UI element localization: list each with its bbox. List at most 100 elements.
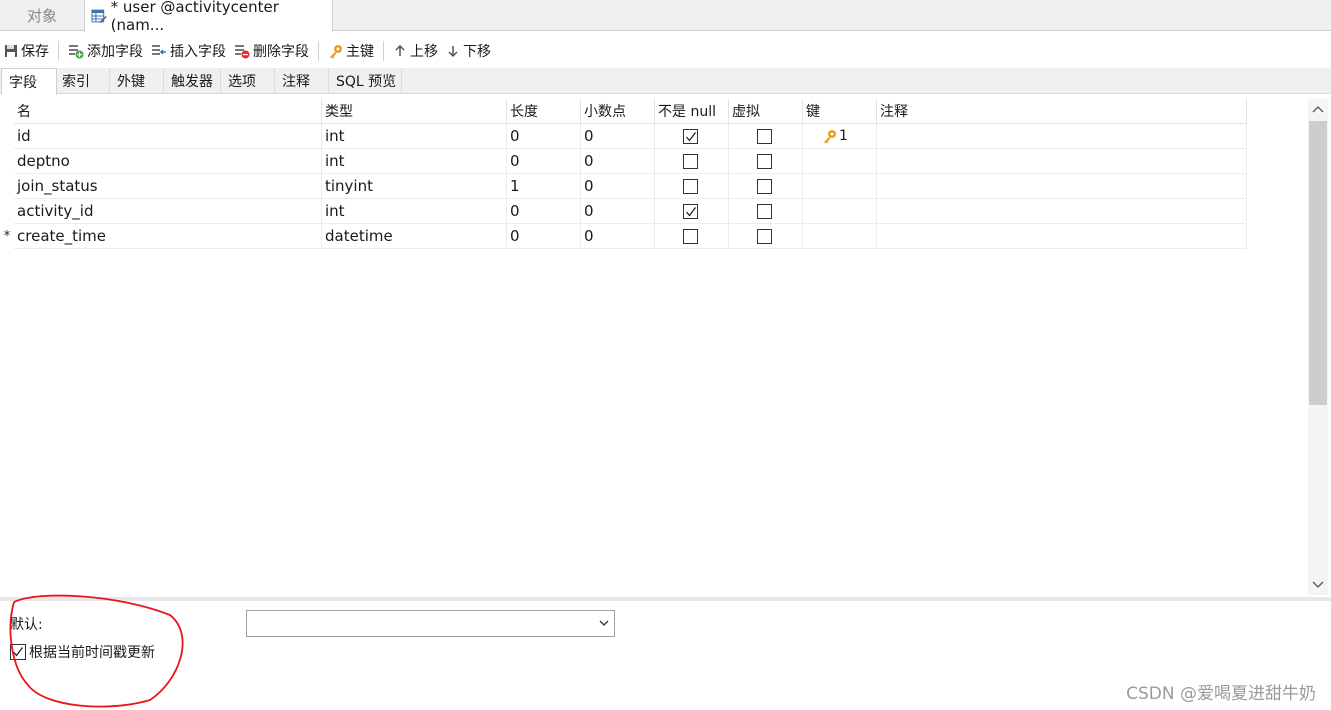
table-row[interactable]: id int 0 0 1 bbox=[0, 124, 1247, 149]
cell-key[interactable] bbox=[803, 174, 877, 199]
cell-key[interactable]: 1 bbox=[803, 124, 877, 149]
table-row[interactable]: * create_time datetime 0 0 bbox=[0, 224, 1247, 249]
primary-key-button[interactable]: 主键 bbox=[324, 37, 378, 65]
checkbox[interactable] bbox=[683, 229, 698, 244]
cell-length[interactable]: 0 bbox=[507, 199, 581, 224]
cell-not-null[interactable] bbox=[655, 149, 729, 174]
cell-virtual[interactable] bbox=[729, 174, 803, 199]
checkbox[interactable] bbox=[683, 179, 698, 194]
scrollbar-thumb[interactable] bbox=[1309, 121, 1327, 405]
cell-name[interactable]: deptno bbox=[14, 149, 322, 174]
tab-sql-preview[interactable]: SQL 预览 bbox=[329, 68, 402, 94]
checkbox[interactable] bbox=[757, 129, 772, 144]
cell-not-null[interactable] bbox=[655, 199, 729, 224]
row-marker bbox=[0, 174, 14, 199]
tab-foreign-keys[interactable]: 外键 bbox=[110, 68, 164, 94]
column-header-length[interactable]: 长度 bbox=[507, 99, 581, 124]
cell-not-null[interactable] bbox=[655, 174, 729, 199]
cell-length[interactable]: 1 bbox=[507, 174, 581, 199]
vertical-scrollbar[interactable] bbox=[1308, 99, 1328, 595]
cell-name[interactable]: id bbox=[14, 124, 322, 149]
table-row[interactable]: join_status tinyint 1 0 bbox=[0, 174, 1247, 199]
checkbox[interactable] bbox=[683, 204, 698, 219]
checkbox[interactable] bbox=[757, 179, 772, 194]
checkbox[interactable] bbox=[683, 154, 698, 169]
cell-comment[interactable] bbox=[877, 224, 1247, 249]
cell-length[interactable]: 0 bbox=[507, 149, 581, 174]
cell-name[interactable]: activity_id bbox=[14, 199, 322, 224]
chevron-up-icon bbox=[1312, 106, 1324, 113]
cell-type[interactable]: tinyint bbox=[322, 174, 507, 199]
cell-name[interactable]: create_time bbox=[14, 224, 322, 249]
cell-name[interactable]: join_status bbox=[14, 174, 322, 199]
tab-options[interactable]: 选项 bbox=[221, 68, 275, 94]
arrow-down-icon bbox=[448, 46, 458, 58]
key-icon bbox=[824, 129, 836, 143]
table-row[interactable]: activity_id int 0 0 bbox=[0, 199, 1247, 224]
column-header-decimals[interactable]: 小数点 bbox=[581, 99, 655, 124]
tab-objects[interactable]: 对象 bbox=[0, 0, 84, 31]
column-header-key[interactable]: 键 bbox=[803, 99, 877, 124]
column-header-type[interactable]: 类型 bbox=[322, 99, 507, 124]
toolbar-separator bbox=[58, 41, 59, 61]
tab-table-designer[interactable]: * user @activitycenter (nam... bbox=[84, 0, 333, 34]
tab-title: * user @activitycenter (nam... bbox=[110, 0, 279, 34]
cell-decimals[interactable]: 0 bbox=[581, 199, 655, 224]
cell-type[interactable]: int bbox=[322, 124, 507, 149]
cell-not-null[interactable] bbox=[655, 124, 729, 149]
cell-length[interactable]: 0 bbox=[507, 124, 581, 149]
cell-comment[interactable] bbox=[877, 124, 1247, 149]
arrow-up-icon bbox=[395, 44, 405, 56]
cell-key[interactable] bbox=[803, 224, 877, 249]
cell-virtual[interactable] bbox=[729, 224, 803, 249]
save-icon bbox=[5, 45, 17, 57]
checkbox[interactable] bbox=[757, 154, 772, 169]
cell-virtual[interactable] bbox=[729, 199, 803, 224]
row-marker bbox=[0, 199, 14, 224]
designer-tab-bar: 字段 索引 外键 触发器 选项 注释 SQL 预览 bbox=[0, 68, 1331, 95]
cell-decimals[interactable]: 0 bbox=[581, 149, 655, 174]
cell-key[interactable] bbox=[803, 199, 877, 224]
checkbox[interactable] bbox=[757, 204, 772, 219]
cell-type[interactable]: int bbox=[322, 199, 507, 224]
column-header-name[interactable]: 名 bbox=[14, 99, 322, 124]
document-tab-bar: 对象 * user @activitycenter (nam... bbox=[0, 0, 1331, 34]
column-header-comment[interactable]: 注释 bbox=[877, 99, 1247, 124]
delete-field-button[interactable]: 删除字段 bbox=[230, 37, 313, 65]
chevron-down-icon bbox=[599, 620, 609, 626]
cell-comment[interactable] bbox=[877, 199, 1247, 224]
cell-comment[interactable] bbox=[877, 174, 1247, 199]
fields-grid: 名 类型 长度 小数点 不是 null 虚拟 键 注释 id int 0 0 1 dept… bbox=[0, 99, 1308, 595]
scroll-down-button[interactable] bbox=[1308, 575, 1328, 595]
default-value-select[interactable] bbox=[246, 610, 615, 637]
save-button[interactable]: 保存 bbox=[0, 37, 53, 65]
tab-comments[interactable]: 注释 bbox=[275, 68, 329, 94]
cell-type[interactable]: int bbox=[322, 149, 507, 174]
cell-decimals[interactable]: 0 bbox=[581, 174, 655, 199]
chevron-down-icon bbox=[1312, 581, 1324, 588]
tab-triggers[interactable]: 触发器 bbox=[164, 68, 221, 94]
column-header-not-null[interactable]: 不是 null bbox=[655, 99, 729, 124]
column-header-virtual[interactable]: 虚拟 bbox=[729, 99, 803, 124]
checkbox[interactable] bbox=[683, 129, 698, 144]
cell-not-null[interactable] bbox=[655, 224, 729, 249]
table-row[interactable]: deptno int 0 0 bbox=[0, 149, 1247, 174]
cell-decimals[interactable]: 0 bbox=[581, 224, 655, 249]
tab-indexes[interactable]: 索引 bbox=[55, 68, 110, 94]
toolbar-separator bbox=[383, 41, 384, 61]
cell-comment[interactable] bbox=[877, 149, 1247, 174]
cell-virtual[interactable] bbox=[729, 149, 803, 174]
scroll-up-button[interactable] bbox=[1308, 99, 1328, 119]
cell-length[interactable]: 0 bbox=[507, 224, 581, 249]
cell-type[interactable]: datetime bbox=[322, 224, 507, 249]
cell-decimals[interactable]: 0 bbox=[581, 124, 655, 149]
add-field-button[interactable]: 添加字段 bbox=[64, 37, 147, 65]
checkmark-icon bbox=[686, 132, 697, 142]
cell-key[interactable] bbox=[803, 149, 877, 174]
cell-virtual[interactable] bbox=[729, 124, 803, 149]
checkbox[interactable] bbox=[757, 229, 772, 244]
move-down-button[interactable]: 下移 bbox=[442, 37, 495, 65]
move-up-button[interactable]: 上移 bbox=[389, 37, 442, 65]
insert-field-button[interactable]: 插入字段 bbox=[147, 37, 230, 65]
tab-fields[interactable]: 字段 bbox=[1, 68, 57, 95]
